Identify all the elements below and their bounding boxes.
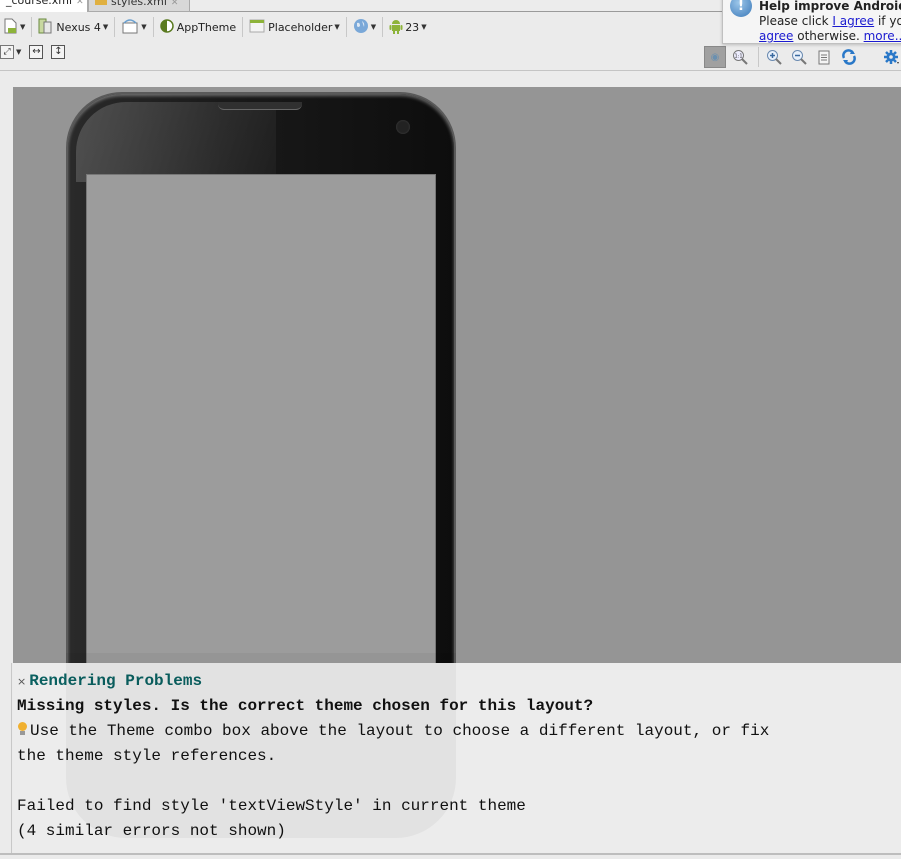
device-frame [66, 92, 456, 663]
toolbar-divider [0, 70, 901, 71]
problems-title: Rendering Problems [29, 672, 203, 690]
locale-dropdown[interactable]: ▼ [349, 16, 380, 38]
gear-icon [884, 50, 899, 64]
problems-hint-continued: the theme style references. [17, 747, 277, 765]
chevron-down-icon: ▼ [20, 23, 26, 31]
activity-label: Placeholder [268, 20, 333, 34]
problems-headline: Missing styles. Is the correct theme cho… [17, 697, 594, 715]
zoom-toolbar: ◉ 1:1 [704, 44, 901, 70]
toolbar-divider [242, 17, 244, 37]
panel-bottom-border [0, 853, 901, 855]
refresh-button[interactable] [838, 46, 860, 68]
tab-course-xml[interactable]: _course.xml ✕ [0, 0, 88, 12]
tab-label: styles.xml [111, 0, 167, 8]
usage-stats-notification: ! Help improve Android S Please click I … [722, 0, 901, 44]
fit-width-button[interactable]: ↔ [29, 45, 44, 59]
notification-title: Help improve Android S [759, 0, 901, 13]
toolbar-divider [758, 47, 759, 67]
tab-styles-xml[interactable]: styles.xml ✕ [88, 0, 190, 12]
tab-label: _course.xml [6, 0, 73, 7]
refresh-icon [842, 49, 856, 65]
api-level-dropdown[interactable]: 23 ▼ [385, 16, 430, 38]
chevron-down-icon: ▼ [16, 48, 22, 56]
device-camera [396, 120, 410, 134]
close-icon[interactable]: ✕ [76, 0, 84, 7]
xml-file-icon [95, 0, 107, 5]
toolbar-divider [345, 17, 347, 37]
zoom-in-button[interactable] [763, 46, 785, 68]
toolbar-divider [382, 17, 384, 37]
zoom-actual-size-icon: 1:1 [733, 50, 748, 65]
fit-width-icon: ↔ [32, 46, 41, 57]
actual-size-button[interactable]: 1:1 [729, 46, 751, 68]
activity-dropdown[interactable]: Placeholder ▼ [245, 16, 344, 38]
theme-label: AppTheme [176, 20, 237, 34]
android-icon [389, 18, 403, 37]
close-icon[interactable]: ✕ [171, 0, 179, 8]
theme-dropdown[interactable]: AppTheme [156, 16, 240, 38]
orientation-dropdown[interactable]: ▼ [117, 16, 150, 38]
rotate-screen-icon [121, 18, 139, 37]
zoom-mode-dropdown[interactable]: ⤢ ▼ [0, 41, 25, 63]
design-canvas[interactable] [13, 87, 901, 663]
chevron-down-icon: ▼ [102, 23, 109, 31]
document-icon [818, 50, 830, 64]
chevron-down-icon: ▼ [421, 23, 427, 31]
close-icon[interactable]: × [17, 669, 26, 694]
chevron-down-icon: ▼ [141, 23, 147, 31]
zoom-out-button[interactable] [788, 46, 810, 68]
device-speaker [218, 102, 302, 110]
layout-toolbar-secondary: ⤢ ▼ ↔ ↕ [0, 41, 66, 63]
fit-height-icon: ↕ [54, 46, 63, 57]
toolbar-divider [114, 17, 116, 37]
device-icon [38, 18, 52, 37]
zoom-to-fit-button[interactable]: ◉ [704, 46, 726, 68]
layout-toolbar: ▼ Nexus 4 ▼ ▼ AppTheme Placeholder ▼ ▼ 2… [0, 14, 720, 40]
layout-editor: _course.xml✕ styles.xml✕ ▼ Nexus 4▼ ▼ [0, 0, 901, 859]
agree-link[interactable]: I agree [832, 14, 874, 28]
api-level-label: 23 [405, 20, 420, 34]
rendering-problems-panel: × Rendering Problems Missing styles. Is … [13, 653, 901, 853]
more-link[interactable]: more... [864, 29, 901, 43]
notification-text: otherwise. [793, 29, 864, 43]
toolbar-divider [31, 17, 33, 37]
activity-icon [249, 19, 265, 36]
problems-suppressed-count: (4 similar errors not shown) [17, 822, 286, 840]
chevron-down-icon: ▼ [370, 23, 377, 31]
globe-icon [353, 18, 369, 37]
fit-height-button[interactable]: ↕ [51, 45, 66, 59]
device-screen[interactable] [86, 174, 436, 663]
device-glare [76, 102, 276, 182]
screenshot-button[interactable] [813, 46, 835, 68]
settings-button[interactable] [881, 46, 901, 68]
panel-edge [11, 663, 12, 853]
device-label: Nexus 4 [56, 20, 101, 34]
svg-text:1:1: 1:1 [734, 54, 742, 60]
expand-icon: ⤢ [0, 45, 14, 59]
zoom-in-icon [767, 50, 782, 65]
notification-text: Please click [759, 14, 833, 28]
notification-text: if you [877, 14, 901, 28]
new-document-android-icon [4, 18, 18, 37]
theme-icon [159, 18, 174, 36]
device-dropdown[interactable]: Nexus 4 ▼ [34, 16, 112, 38]
configuration-button[interactable]: ▼ [0, 16, 29, 38]
disagree-link[interactable]: agree [759, 29, 793, 43]
zoom-fit-icon: ◉ [710, 51, 720, 63]
problems-error: Failed to find style 'textViewStyle' in … [17, 797, 526, 815]
toolbar-divider [152, 17, 154, 37]
lightbulb-icon [17, 722, 27, 736]
problems-hint: Use the Theme combo box above the layout… [30, 722, 770, 740]
info-icon: ! [730, 0, 752, 17]
chevron-down-icon: ▼ [334, 23, 340, 31]
zoom-out-icon [792, 50, 807, 65]
